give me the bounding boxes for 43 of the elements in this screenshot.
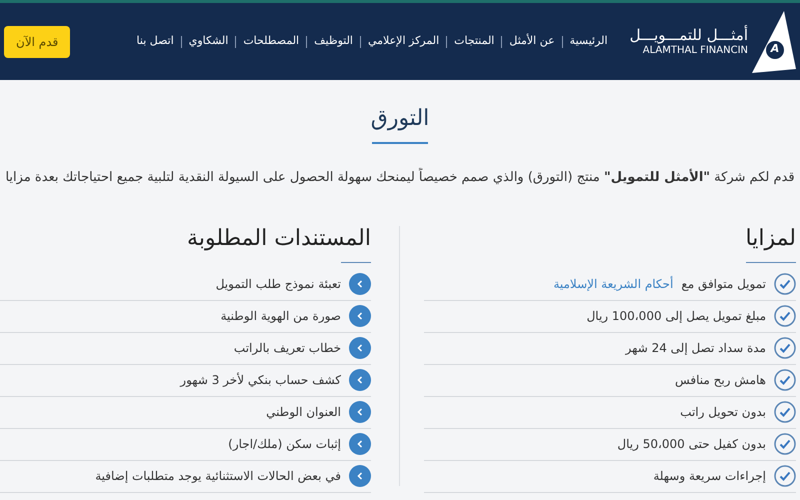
chevron-circle-icon	[349, 273, 371, 295]
check-circle-icon	[774, 305, 796, 327]
document-text: في بعض الحالات الاستثنائية يوجد متطلبات إضافية	[95, 468, 341, 485]
nav-link[interactable]: المركز الإعلامي	[368, 33, 440, 50]
chevron-circle-icon	[349, 433, 371, 455]
document-text: كشف حساب بنكي لأخر 3 شهور	[180, 372, 341, 389]
check-circle-icon	[774, 465, 796, 487]
chevron-circle-icon	[349, 305, 371, 327]
nav-link[interactable]: المنتجات	[454, 33, 494, 50]
check-circle-icon	[774, 337, 796, 359]
check-circle-icon	[774, 273, 796, 295]
check-circle-icon	[774, 401, 796, 423]
apply-now-button[interactable]: قدم الآن	[4, 26, 70, 58]
nav-link[interactable]: عن الأمثل	[509, 33, 555, 50]
feature-text: هامش ربح منافس	[675, 372, 766, 389]
documents-heading: المستندات المطلوبة	[186, 228, 371, 252]
document-text: صورة من الهوية الوطنية	[220, 308, 341, 325]
sharia-link[interactable]: أحكام الشريعة الإسلامية	[553, 275, 674, 293]
feature-text: مدة سداد تصل إلى 24 شهر	[626, 340, 766, 357]
feature-text: إجراءات سريعة وسهلة	[653, 468, 766, 485]
page-title: التورق	[370, 108, 430, 133]
chevron-circle-icon	[349, 369, 371, 391]
document-text: تعبئة نموذج طلب التمويل	[216, 276, 341, 293]
check-circle-icon	[774, 433, 796, 455]
document-text: خطاب تعريف بالراتب	[234, 340, 341, 357]
feature-text: بدون تحويل راتب	[680, 404, 766, 421]
nav-link[interactable]: الشكاوي	[188, 33, 228, 50]
logo-arabic-text: أمثـــل للتمـــويـــل	[630, 26, 748, 45]
nav-link[interactable]: اتصل بنا	[136, 33, 174, 50]
features-heading: لمزايا	[744, 228, 796, 252]
chevron-circle-icon	[349, 401, 371, 423]
feature-text: تمويل متوافق مع	[681, 276, 766, 293]
chevron-circle-icon	[349, 337, 371, 359]
document-text: إثبات سكن (ملك/اجار)	[228, 436, 341, 453]
feature-text: مبلغ تمويل يصل إلى 100،000 ريال	[586, 308, 766, 325]
nav-link[interactable]: التوظيف	[314, 33, 353, 50]
chevron-circle-icon	[349, 465, 371, 487]
document-text: العنوان الوطني	[266, 404, 341, 421]
logo-latin-text: ALAMTHAL FINANCIN	[642, 44, 748, 58]
check-circle-icon	[774, 369, 796, 391]
nav-link[interactable]: المصطلحات	[243, 33, 300, 50]
feature-text: بدون كفيل حتى 50،000 ريال	[617, 436, 766, 453]
nav-link[interactable]: الرئيسية	[570, 33, 608, 50]
